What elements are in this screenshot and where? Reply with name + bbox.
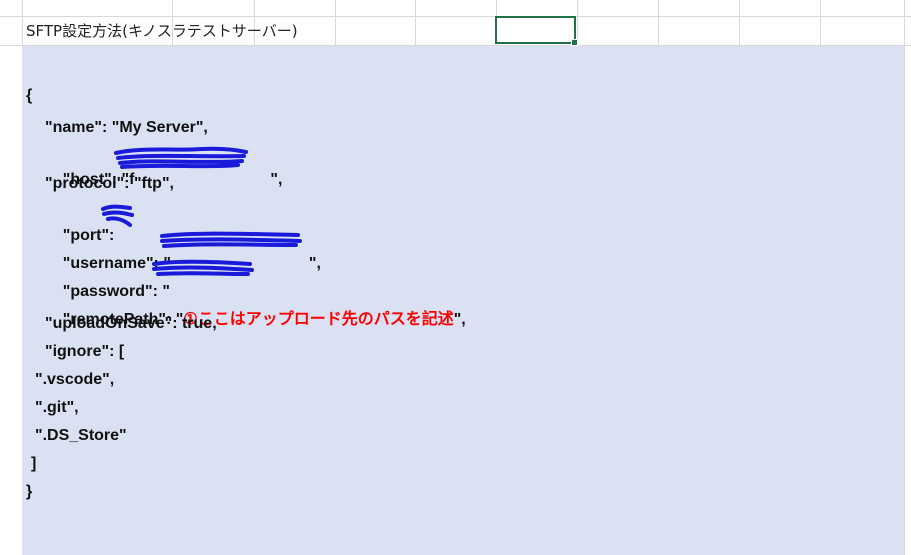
- remote-path-line: "remotePath": "①ここはアップロード先のパスを記述",: [45, 284, 466, 328]
- host-redaction-scribble: [114, 146, 248, 169]
- password-redaction-scribble: [152, 259, 254, 276]
- protocol-line: "protocol": "ftp",: [45, 175, 174, 192]
- fill-handle[interactable]: [571, 39, 578, 46]
- remote-path-end: ",: [453, 311, 466, 328]
- name-line: "name": "My Server",: [45, 119, 208, 136]
- ignore-git: ".git",: [35, 399, 79, 416]
- open-brace: {: [26, 87, 33, 104]
- active-cell-selection[interactable]: [495, 16, 578, 46]
- username-redaction-scribble: [160, 231, 302, 248]
- close-bracket: ]: [31, 455, 37, 472]
- ignore-ds-store: ".DS_Store": [35, 427, 127, 444]
- row-divider: [0, 16, 911, 17]
- port-redaction-scribble: [101, 204, 134, 227]
- ignore-vscode: ".vscode",: [35, 371, 115, 388]
- username-end: ",: [308, 255, 321, 272]
- title-cell[interactable]: SFTP設定方法(キノスラテストサーバー): [26, 19, 298, 43]
- close-brace: }: [26, 483, 33, 500]
- host-end: ",: [270, 171, 283, 188]
- ignore-line: "ignore": [: [45, 343, 125, 360]
- remote-path-annotation: ①ここはアップロード先のパスを記述: [183, 311, 454, 328]
- upload-on-save-line: "uploadOnSave": true,: [45, 315, 217, 332]
- column-divider: [904, 0, 905, 555]
